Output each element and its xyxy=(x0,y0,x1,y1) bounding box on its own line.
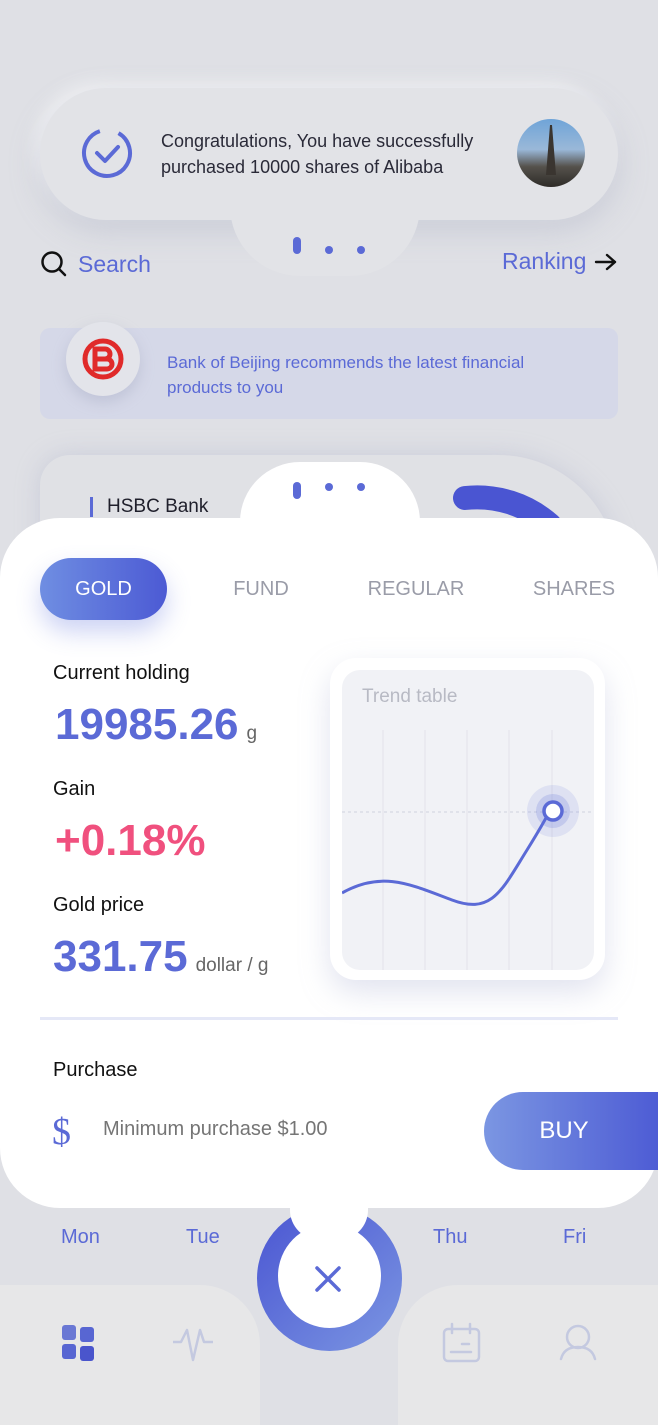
arrow-right-icon xyxy=(595,253,617,270)
search-label: Search xyxy=(78,250,151,277)
day-mon[interactable]: Mon xyxy=(61,1226,100,1249)
holding-label: Current holding xyxy=(53,662,190,684)
tab-regular[interactable]: REGULAR xyxy=(355,558,477,620)
gain-label: Gain xyxy=(53,778,96,800)
purchase-amount-input[interactable] xyxy=(103,1118,463,1141)
close-icon[interactable] xyxy=(313,1264,343,1294)
banner-text: Bank of Beijing recommends the latest fi… xyxy=(167,353,525,397)
tab-fund[interactable]: FUND xyxy=(215,558,307,620)
check-circle-icon xyxy=(82,128,132,178)
price-value: 331.75 xyxy=(53,932,188,981)
search-icon xyxy=(41,251,67,277)
profile-icon[interactable] xyxy=(558,1324,598,1362)
holding-value: 19985.26 xyxy=(55,700,239,749)
activity-icon[interactable] xyxy=(172,1324,216,1362)
dashboard-icon[interactable] xyxy=(62,1325,96,1361)
day-fri[interactable]: Fri xyxy=(563,1226,586,1249)
ranking-label: Ranking xyxy=(502,248,587,274)
calendar-icon[interactable] xyxy=(441,1322,483,1364)
hsbc-label: HSBC Bank xyxy=(90,497,208,517)
notification-message: Congratulations, You have successfully pu… xyxy=(161,131,474,177)
avatar[interactable] xyxy=(517,119,585,187)
ranking-link[interactable]: Ranking xyxy=(502,248,618,275)
day-thu[interactable]: Thu xyxy=(433,1226,467,1249)
divider xyxy=(40,1017,618,1020)
holding-unit: g xyxy=(246,723,258,744)
dollar-icon: $ xyxy=(52,1111,71,1153)
gain-value: +0.18% xyxy=(55,816,206,865)
bottom-nav-left xyxy=(0,1285,260,1425)
notification-notch xyxy=(230,190,420,276)
trend-line-chart xyxy=(342,730,594,970)
bank-of-beijing-logo xyxy=(66,322,140,396)
tab-shares[interactable]: SHARES xyxy=(520,558,628,620)
buy-button[interactable]: BUY xyxy=(484,1092,658,1170)
search-button[interactable]: Search xyxy=(40,250,151,278)
purchase-label: Purchase xyxy=(53,1059,138,1081)
day-tue[interactable]: Tue xyxy=(186,1226,220,1249)
price-unit: dollar / g xyxy=(195,955,269,976)
bottom-nav-right xyxy=(398,1285,658,1425)
price-label: Gold price xyxy=(53,894,145,916)
tab-gold[interactable]: GOLD xyxy=(40,558,167,620)
